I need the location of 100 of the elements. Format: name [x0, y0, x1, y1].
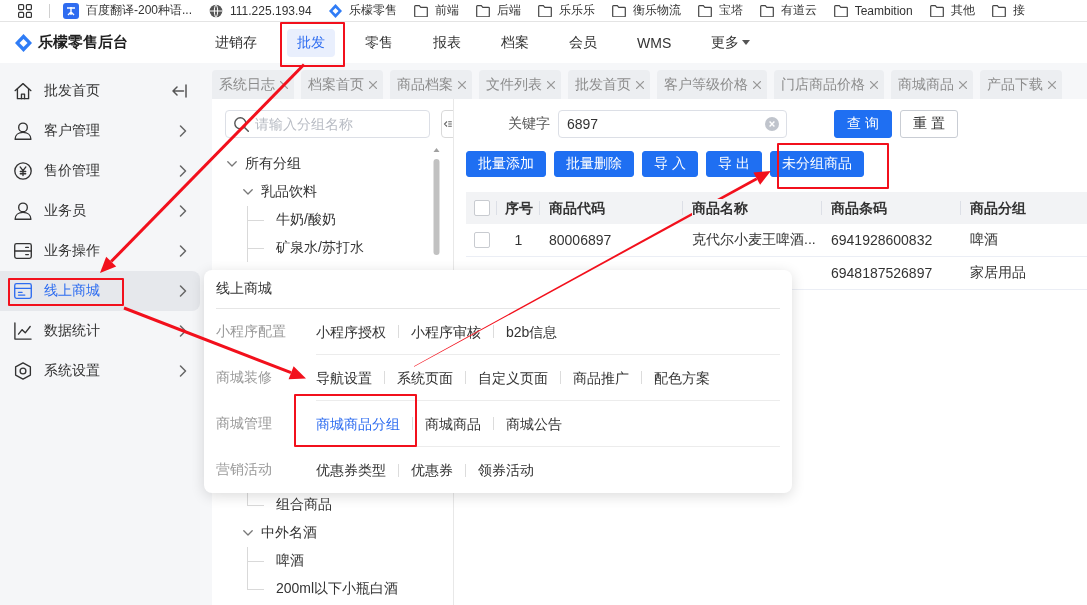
menu-link[interactable]: 优惠券: [411, 460, 453, 480]
sidebar-item[interactable]: 业务操作: [0, 231, 200, 271]
table-cell-text: 克代尔小麦王啤酒...: [691, 230, 817, 249]
chevron-right-icon: [179, 205, 187, 217]
menu-link[interactable]: 商品推广: [573, 367, 629, 388]
scrollbar[interactable]: [432, 146, 441, 256]
tree-item[interactable]: 组合商品: [225, 491, 432, 519]
folder-icon: [413, 4, 428, 17]
chevron-right-icon: [179, 165, 187, 177]
sidebar-item[interactable]: 线上商城: [0, 271, 200, 311]
folder-icon: [991, 4, 1006, 17]
close-icon[interactable]: [870, 80, 878, 89]
nav-tab[interactable]: 进销存: [205, 28, 267, 57]
nav-tab[interactable]: 会员: [559, 28, 607, 57]
logo-icon: [328, 3, 342, 18]
toolbar-button[interactable]: 导 入: [642, 151, 698, 177]
clear-icon[interactable]: [765, 117, 779, 131]
close-icon[interactable]: [458, 80, 466, 89]
close-icon[interactable]: [547, 80, 555, 89]
app-title: 乐檬零售后台: [38, 33, 128, 52]
sidebar-item[interactable]: 售价管理: [0, 151, 200, 191]
search-button[interactable]: 查 询: [834, 110, 892, 138]
close-icon[interactable]: [1048, 80, 1056, 89]
bookmark[interactable]: 衡乐物流: [611, 2, 681, 19]
section-label: 商城装修: [216, 369, 272, 387]
menu-link[interactable]: 领券活动: [478, 460, 534, 480]
nav-tab[interactable]: 档案: [491, 28, 539, 57]
chevron-down-icon[interactable]: [243, 530, 253, 536]
sidebar-item[interactable]: 数据统计: [0, 311, 200, 351]
menu-link[interactable]: 自定义页面: [478, 367, 548, 388]
menu-link[interactable]: 系统页面: [397, 367, 453, 388]
toolbar-button[interactable]: 批量添加: [466, 151, 546, 177]
bookmark[interactable]: 宝塔: [697, 2, 743, 19]
chevron-down-icon[interactable]: [227, 161, 237, 167]
bookmark[interactable]: 接: [991, 2, 1025, 19]
close-icon[interactable]: [636, 80, 644, 89]
nav-tab[interactable]: 报表: [423, 28, 471, 57]
user-icon: [14, 122, 32, 140]
bookmark[interactable]: 有道云: [759, 2, 817, 19]
tree-item[interactable]: 中外名酒: [225, 519, 432, 547]
menu-link[interactable]: 优惠券类型: [316, 460, 386, 480]
table-cell-text: 80006897: [548, 231, 613, 250]
collapse-icon[interactable]: [172, 84, 187, 98]
reset-button[interactable]: 重 置: [899, 110, 958, 138]
sidebar-item[interactable]: 系统设置: [0, 351, 200, 391]
chevron-down-icon[interactable]: [243, 189, 253, 195]
nav-tab[interactable]: WMS: [627, 28, 682, 57]
toolbar-button[interactable]: 未分组商品: [769, 151, 864, 177]
folder-icon: [475, 4, 490, 17]
drawer-icon: [14, 242, 32, 260]
tree-item[interactable]: 200ml以下小瓶白酒: [225, 575, 432, 603]
tree-item[interactable]: 牛奶/酸奶: [225, 206, 432, 234]
tree-item[interactable]: 乳品饮料: [225, 178, 432, 206]
bookmark[interactable]: 其他: [929, 2, 975, 19]
toolbar-button[interactable]: 导 出: [705, 151, 762, 177]
nav-tab[interactable]: 零售: [355, 28, 403, 57]
bookmark[interactable]: 百度翻译-200种语...: [63, 2, 193, 19]
menu-link[interactable]: 导航设置: [316, 367, 372, 388]
bookmark[interactable]: 乐乐乐: [537, 2, 595, 19]
keyword-field[interactable]: 6897: [558, 110, 787, 138]
search-field[interactable]: 请输入分组名称: [225, 110, 430, 138]
table-cell-text: 啤酒: [969, 230, 999, 249]
globe-icon: [209, 3, 224, 18]
sidebar-item[interactable]: 客户管理: [0, 111, 200, 151]
home-icon: [14, 82, 32, 100]
checkbox[interactable]: [474, 232, 490, 248]
tree-item[interactable]: 所有分组: [225, 150, 432, 178]
menu-link[interactable]: 商城公告: [506, 413, 562, 434]
apps-icon[interactable]: [18, 3, 32, 18]
chevron-right-icon: [179, 285, 187, 297]
folder-icon: [537, 4, 552, 17]
menu-link[interactable]: 小程序授权: [316, 321, 386, 342]
sidebar-item[interactable]: 业务员: [0, 191, 200, 231]
menu-link[interactable]: 商城商品分组: [316, 413, 400, 434]
close-icon[interactable]: [959, 80, 967, 89]
bookmark[interactable]: 前端: [413, 2, 459, 19]
nav-tab[interactable]: 更多: [701, 28, 761, 57]
toolbar-button[interactable]: 批量删除: [554, 151, 634, 177]
section-label: 商城管理: [216, 415, 272, 433]
table-cell-text: 1: [513, 231, 524, 250]
line-chart-icon: [14, 322, 32, 340]
tree-item[interactable]: 矿泉水/苏打水: [225, 234, 432, 262]
folder-icon: [697, 4, 712, 17]
menu-link[interactable]: 配色方案: [654, 367, 710, 388]
menu-link[interactable]: b2b信息: [506, 321, 558, 342]
table-cell-text: 6948187526897: [830, 264, 934, 283]
section-label: 营销活动: [216, 461, 272, 479]
menu-link[interactable]: 商城商品: [425, 413, 481, 434]
nav-tab[interactable]: 批发: [287, 28, 335, 57]
tree-item[interactable]: 啤酒: [225, 547, 432, 575]
bookmark[interactable]: 乐檬零售: [328, 2, 397, 19]
chevron-right-icon: [179, 245, 187, 257]
bookmark[interactable]: Teambition: [833, 3, 913, 18]
bookmark[interactable]: 后端: [475, 2, 521, 19]
close-icon[interactable]: [369, 80, 377, 89]
sidebar-item[interactable]: 批发首页: [0, 71, 200, 111]
close-icon[interactable]: [280, 80, 288, 89]
bookmark[interactable]: 111.225.193.94: [209, 3, 312, 18]
close-icon[interactable]: [753, 80, 761, 89]
checkbox[interactable]: [474, 200, 490, 216]
